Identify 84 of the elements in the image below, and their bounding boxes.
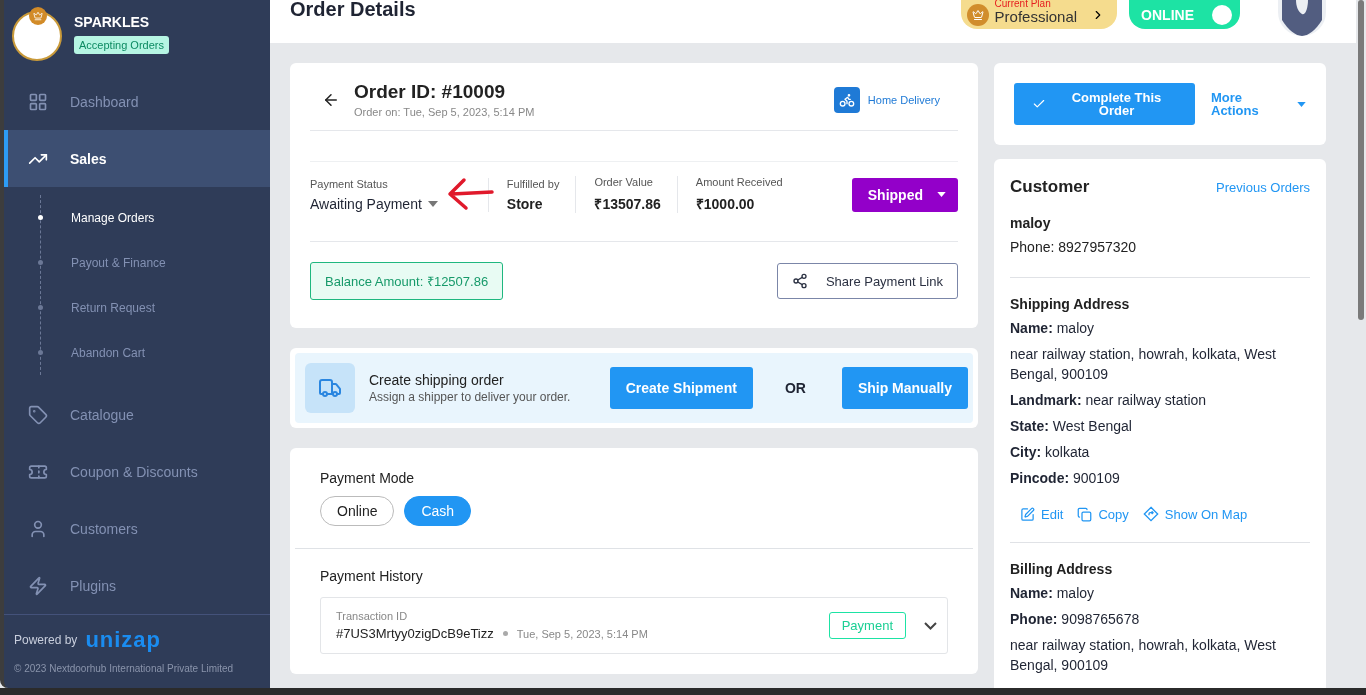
payment-mode-option[interactable]: Online: [320, 496, 395, 526]
shipping-subtitle: Assign a shipper to deliver your order.: [369, 390, 571, 404]
address-title: Shipping Address: [1010, 296, 1131, 312]
create-shipment-button[interactable]: Create Shipment: [609, 367, 753, 409]
caret-icon: [937, 192, 946, 197]
customer-title: Customer: [1010, 177, 1090, 197]
customer-name: maloy: [1010, 215, 1052, 231]
stat-value: ₹1000.00: [695, 195, 756, 213]
annotation-arrow-icon: [446, 176, 496, 212]
plan-badge[interactable]: Current Plan Professional: [960, 0, 1118, 29]
address-line: State: West Bengal: [1010, 417, 1133, 436]
store-status-badge: Accepting Orders: [74, 36, 169, 54]
stat-value: Store: [506, 195, 544, 212]
address-action-button[interactable]: Copy: [1077, 506, 1129, 522]
address-title: Billing Address: [1010, 561, 1114, 577]
nav-item[interactable]: Coupon & Discounts: [4, 443, 270, 501]
customer-phone: Phone: 8927957320: [1010, 239, 1138, 255]
section-title: Payment History: [320, 568, 423, 584]
complete-order-button[interactable]: Complete This Order: [1014, 83, 1195, 125]
share-payment-link-button[interactable]: Share Payment Link: [776, 263, 958, 299]
address-action-button[interactable]: Show On Map: [1142, 506, 1248, 522]
nav-item[interactable]: Catalogue: [4, 387, 270, 444]
check-icon: [1032, 97, 1046, 111]
plan-name: Professional: [994, 9, 1078, 24]
ship-manually-button[interactable]: Ship Manually: [841, 367, 968, 409]
nav-item[interactable]: Plugins: [4, 557, 270, 615]
address-line: Name: maloy: [1010, 584, 1096, 603]
tag-icon: [28, 405, 48, 426]
stat-label: Fulfilled by: [506, 177, 560, 190]
nav-item[interactable]: Customers: [4, 500, 270, 558]
page-title: Order Details: [290, 0, 417, 21]
address-line: Pincode: 900109: [1010, 469, 1121, 488]
subnav-item[interactable]: Payout & Finance: [38, 240, 270, 286]
lightning-icon: [28, 575, 48, 596]
address-line: near railway station, howrah, kolkata, West Bengal, 900109: [1010, 636, 1277, 675]
payment-mode-option[interactable]: Cash: [404, 496, 472, 526]
stat-label: Amount Received: [695, 176, 783, 188]
order-id: Order ID: #10009: [354, 81, 507, 103]
more-actions-button[interactable]: More Actions: [1211, 91, 1306, 117]
copy-icon: [1077, 506, 1093, 522]
status-dropdown[interactable]: Shipped: [851, 177, 958, 212]
or-label: OR: [784, 380, 806, 396]
caret-icon: [1297, 101, 1306, 107]
stat-value: ₹13507.86: [594, 195, 661, 213]
avatar[interactable]: [1278, 0, 1326, 36]
transaction-label: Transaction ID: [336, 610, 409, 622]
address-action-button[interactable]: Edit: [1020, 506, 1064, 522]
subnav-item[interactable]: Return Request: [38, 285, 270, 331]
subnav-item[interactable]: Manage Orders: [38, 195, 270, 241]
store-name: SPARKLES: [74, 14, 151, 30]
copyright-text: © 2023 Nextdoorhub International Private Limited: [14, 663, 235, 675]
address-line: Name: maloy: [1010, 319, 1096, 338]
delivery-truck-icon: [305, 363, 355, 413]
crown-icon: [966, 3, 989, 26]
address-line: Phone: 9098765678: [1010, 610, 1141, 629]
section-title: Payment Mode: [320, 470, 416, 486]
edit-icon: [1020, 506, 1035, 522]
transaction-type-tag: Payment: [828, 612, 906, 639]
shipping-title: Create shipping order: [369, 372, 505, 388]
address-line: City: kolkata: [1010, 443, 1091, 462]
stat-label: Payment Status: [310, 177, 389, 190]
plan-label: Current Plan: [994, 0, 1052, 9]
user-icon: [28, 518, 48, 539]
nav-item[interactable]: Dashboard: [4, 73, 270, 131]
powered-by-label: Powered by: [14, 633, 78, 648]
direction-sign-icon: [1142, 506, 1159, 522]
balance-amount: Balance Amount: ₹12507.86: [310, 262, 504, 300]
transaction-date: Tue, Sep 5, 2023, 5:14 PM: [516, 627, 648, 640]
subnav-item[interactable]: Abandon Cart: [38, 330, 270, 376]
brand-logo: unizap: [85, 627, 162, 654]
chevron-down-icon: [924, 621, 937, 630]
previous-orders-link[interactable]: Previous Orders: [1216, 179, 1310, 195]
nav-item[interactable]: Sales: [4, 130, 270, 188]
payment-status-dropdown[interactable]: Awaiting Payment: [310, 195, 438, 212]
transaction-id: #7US3Mrtyy0zigDcB9eTizz: [336, 626, 494, 641]
dashboard-icon: [28, 92, 48, 112]
stat-label: Order Value: [594, 176, 654, 188]
address-line: near railway station, howrah, kolkata, West Bengal, 900109: [1010, 345, 1277, 384]
share-icon: [791, 273, 808, 289]
caret-icon: [427, 200, 438, 207]
expand-button[interactable]: [924, 621, 937, 630]
order-date: Order on: Tue, Sep 5, 2023, 5:14 PM: [354, 106, 535, 118]
delivery-type: Home Delivery: [867, 93, 940, 106]
address-line: Landmark: near railway station: [1010, 391, 1208, 410]
